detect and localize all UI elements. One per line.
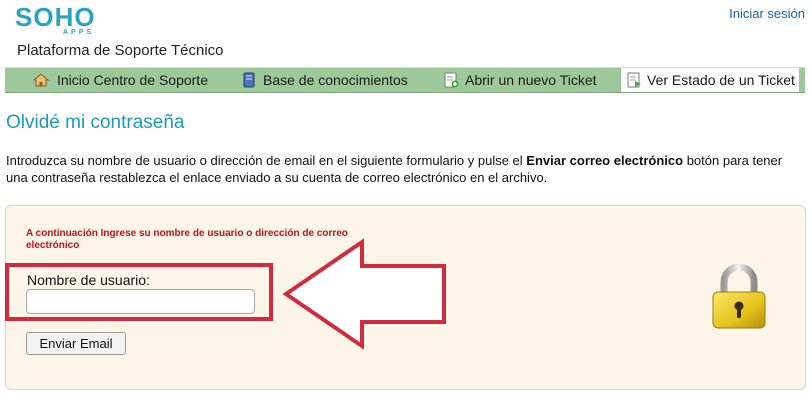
nav-item-label: Inicio Centro de Soporte xyxy=(57,72,208,88)
logo-text: SOHO xyxy=(15,2,96,32)
nav-item-open-ticket[interactable]: Abrir un nuevo Ticket xyxy=(443,68,597,92)
nav-item-label: Base de conocimientos xyxy=(263,72,408,88)
soho-apps-logo: SOHO APPS xyxy=(15,2,96,36)
intro-text: Introduzca su nombre de usuario o direcc… xyxy=(6,153,783,185)
page-title: Olvidé mi contraseña xyxy=(6,112,185,133)
nav-item-label: Ver Estado de un Ticket xyxy=(647,72,795,88)
username-label: Nombre de usuario: xyxy=(27,272,150,288)
nav-item-knowledge-base[interactable]: Base de conocimientos xyxy=(241,68,408,92)
nav-item-support-home[interactable]: Inicio Centro de Soporte xyxy=(33,68,208,92)
platform-title: Plataforma de Soporte Técnico xyxy=(17,42,224,59)
logo-subtext: APPS xyxy=(63,29,95,36)
nav-item-ticket-status[interactable]: Ver Estado de un Ticket xyxy=(620,68,799,92)
username-input[interactable] xyxy=(26,289,255,314)
home-icon xyxy=(33,73,49,87)
main-nav: Inicio Centro de Soporte Base de conocim… xyxy=(5,67,805,93)
ticket-status-icon xyxy=(627,72,641,88)
send-email-button[interactable]: Enviar Email xyxy=(26,332,126,355)
lock-icon xyxy=(712,264,766,329)
intro-bold-text: Enviar correo electrónico xyxy=(526,153,684,168)
book-icon xyxy=(243,72,255,88)
new-ticket-icon xyxy=(444,72,459,88)
nav-item-label: Abrir un nuevo Ticket xyxy=(465,72,597,88)
login-link[interactable]: Iniciar sesión xyxy=(729,6,805,21)
form-instruction: A continuación Ingrese su nombre de usua… xyxy=(26,228,348,251)
